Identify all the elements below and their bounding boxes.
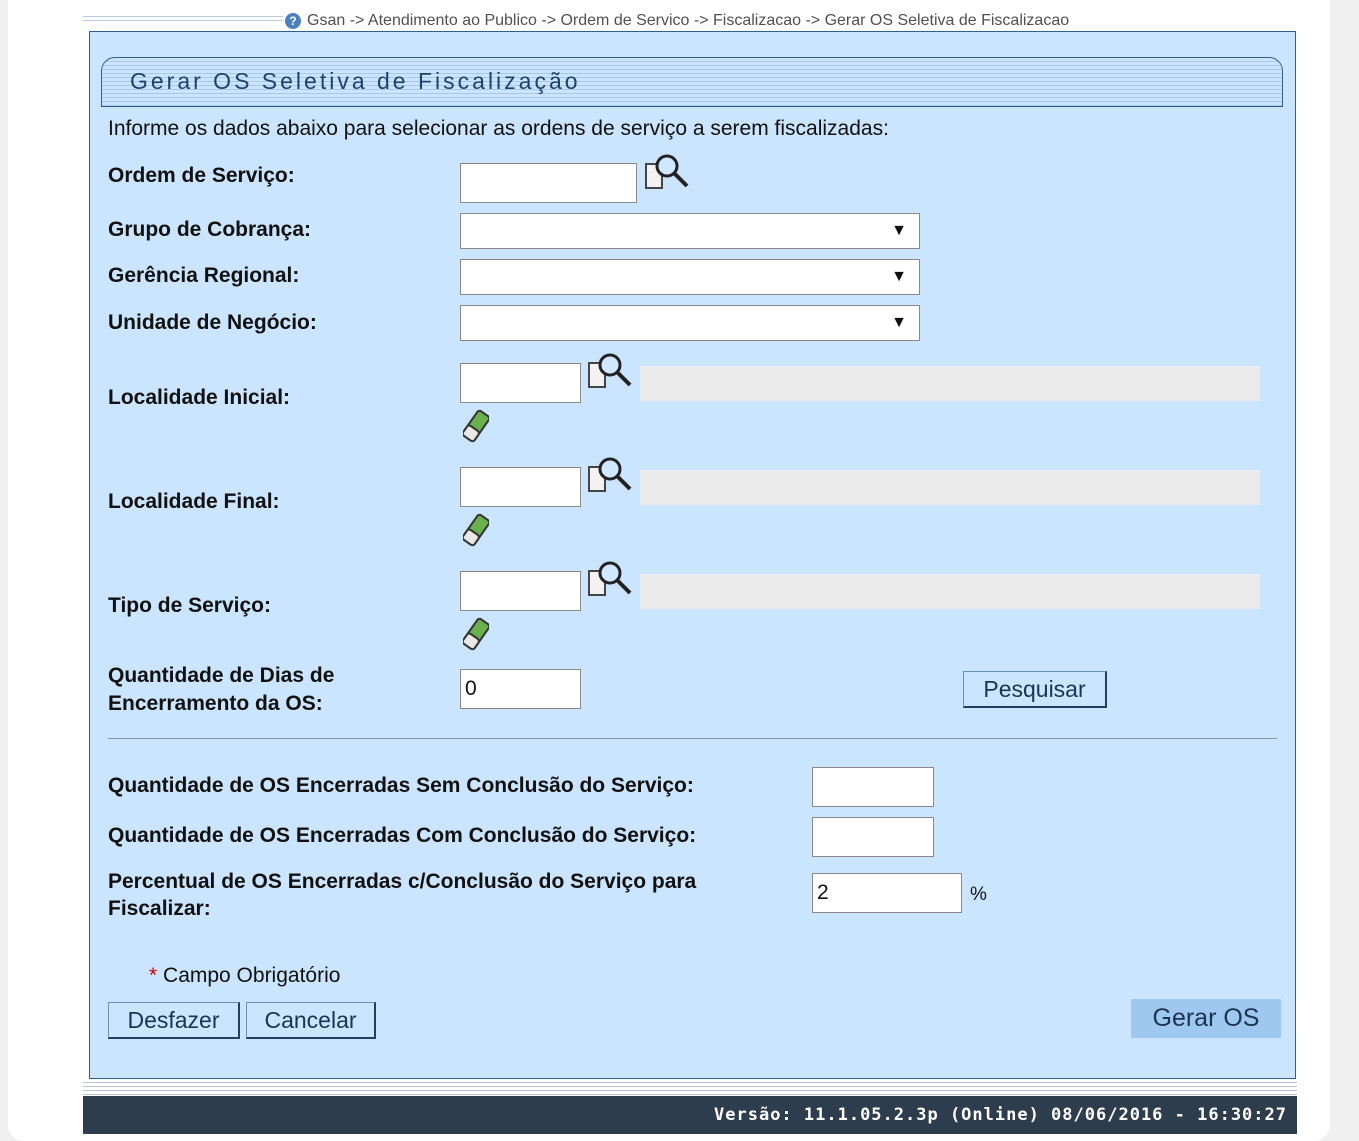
localidade-inicial-description [640, 366, 1260, 401]
localidade-final-label: Localidade Final: [108, 490, 280, 513]
qtd-sem-conclusao-input[interactable] [812, 767, 934, 807]
tipo-servico-lookup-icon[interactable] [586, 557, 634, 603]
breadcrumb: ? Gsan -> Atendimento ao Publico -> Orde… [285, 10, 1069, 32]
dropdown-arrow-icon: ▼ [891, 222, 907, 239]
tipo-servico-description [640, 574, 1260, 609]
gerencia-regional-label: Gerência Regional: [108, 264, 300, 287]
gerencia-regional-select[interactable]: ▼ [460, 259, 920, 295]
dropdown-arrow-icon: ▼ [891, 314, 907, 331]
page-title: Gerar OS Seletiva de Fiscalização [130, 68, 581, 94]
percentual-label-line2: Fiscalizar: [108, 897, 211, 920]
unidade-negocio-label: Unidade de Negócio: [108, 311, 317, 334]
qtd-dias-input[interactable] [460, 669, 581, 709]
tipo-servico-label: Tipo de Serviço: [108, 594, 271, 617]
required-note: * Campo Obrigatório [149, 964, 340, 988]
grupo-cobranca-select[interactable]: ▼ [460, 213, 920, 249]
qtd-sem-conclusao-label: Quantidade de OS Encerradas Sem Conclusã… [108, 774, 694, 797]
help-icon[interactable]: ? [285, 13, 301, 29]
tipo-servico-eraser-icon[interactable] [463, 615, 489, 653]
qtd-com-conclusao-label: Quantidade de OS Encerradas Com Conclusã… [108, 824, 697, 847]
required-note-text: Campo Obrigatório [157, 964, 341, 987]
ordem-servico-label: Ordem de Serviço: [108, 164, 295, 187]
tipo-servico-input[interactable] [460, 571, 581, 611]
version-footer: Versão: 11.1.05.2.3p (Online) 08/06/2016… [83, 1096, 1297, 1134]
cancelar-button[interactable]: Cancelar [246, 1002, 376, 1039]
localidade-inicial-input[interactable] [460, 363, 581, 403]
qtd-dias-label-line2: Encerramento da OS: [108, 692, 323, 715]
unidade-negocio-select[interactable]: ▼ [460, 305, 920, 341]
localidade-final-description [640, 470, 1260, 505]
header-rule [83, 16, 283, 21]
footer-rule [83, 1079, 1297, 1096]
localidade-final-eraser-icon[interactable] [463, 511, 489, 549]
required-star: * [149, 964, 158, 987]
dropdown-arrow-icon: ▼ [891, 268, 907, 285]
percentual-label-line1: Percentual de OS Encerradas c/Conclusão … [108, 870, 697, 893]
gerar-os-button[interactable]: Gerar OS [1131, 999, 1281, 1038]
desfazer-button[interactable]: Desfazer [108, 1002, 240, 1039]
localidade-final-lookup-icon[interactable] [586, 453, 634, 499]
percentual-input[interactable] [812, 873, 962, 913]
qtd-dias-label-line1: Quantidade de Dias de [108, 664, 335, 687]
section-divider [108, 738, 1277, 739]
percentual-unit: % [970, 884, 987, 905]
localidade-inicial-label: Localidade Inicial: [108, 386, 291, 409]
ordem-servico-lookup-icon[interactable] [643, 150, 691, 196]
qtd-com-conclusao-input[interactable] [812, 817, 934, 857]
localidade-inicial-eraser-icon[interactable] [463, 407, 489, 445]
ordem-servico-input[interactable] [460, 163, 637, 203]
localidade-final-input[interactable] [460, 467, 581, 507]
localidade-inicial-lookup-icon[interactable] [586, 349, 634, 395]
instructions-text: Informe os dados abaixo para selecionar … [108, 117, 889, 140]
breadcrumb-text: Gsan -> Atendimento ao Publico -> Ordem … [307, 12, 1070, 29]
pesquisar-button[interactable]: Pesquisar [963, 671, 1107, 708]
grupo-cobranca-label: Grupo de Cobrança: [108, 218, 312, 241]
